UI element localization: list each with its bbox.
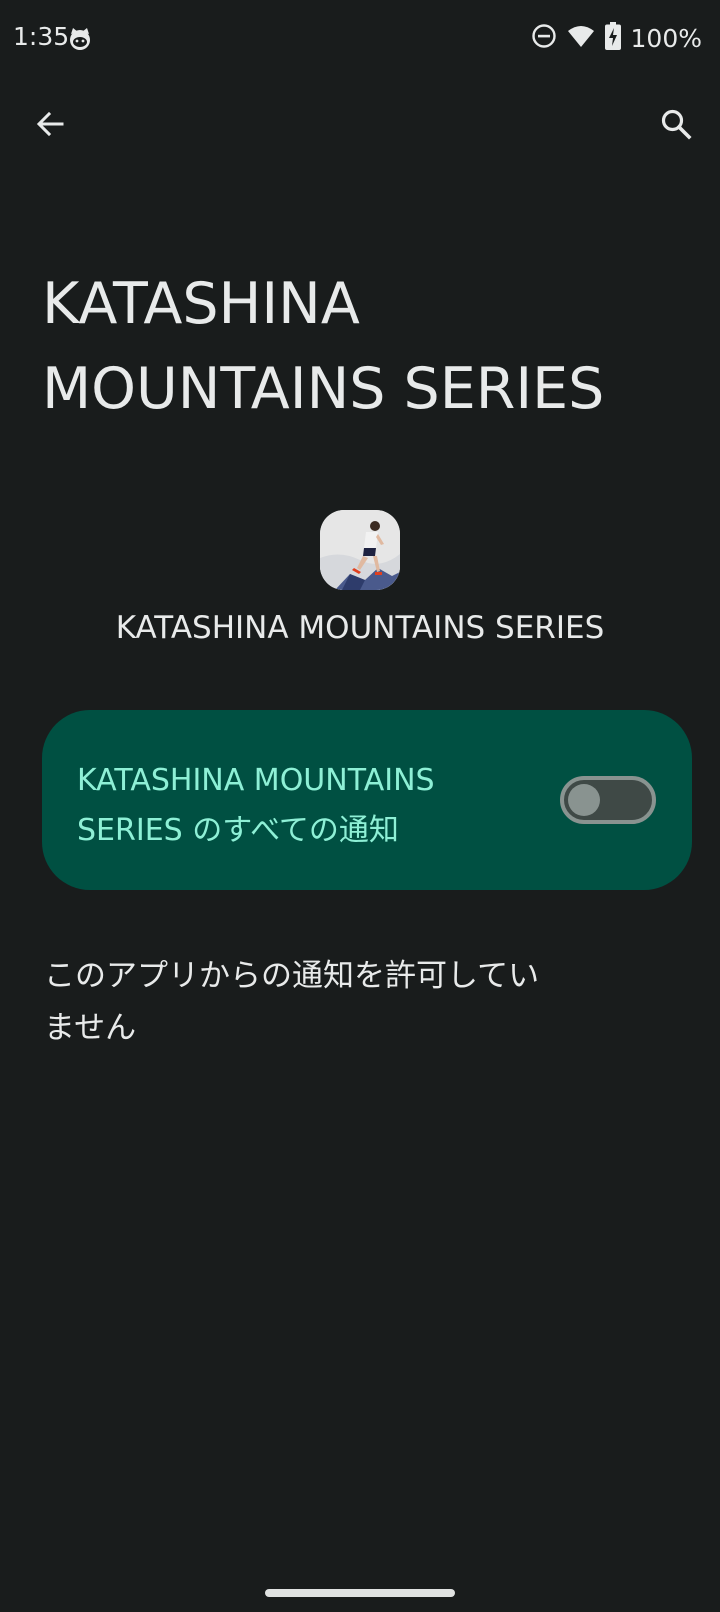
app-icon [320,510,400,590]
all-notifications-toggle-card[interactable]: KATASHINA MOUNTAINS SERIES のすべての通知 [42,710,692,890]
status-bar: 1:35 100% [0,0,720,78]
search-button[interactable] [652,102,700,150]
all-notifications-switch[interactable] [560,776,656,824]
search-icon [660,108,692,144]
gesture-navigation-bar[interactable] [265,1589,455,1597]
do-not-disturb-icon [531,23,557,53]
back-arrow-icon [35,109,65,143]
back-button[interactable] [26,102,74,150]
cat-notification-icon [68,27,92,51]
switch-thumb [568,784,600,816]
notifications-blocked-message: このアプリからの通知を許可していません [44,958,540,1046]
all-notifications-label: KATASHINA MOUNTAINS SERIES のすべての通知 [77,763,435,848]
app-name: KATASHINA MOUNTAINS SERIES [115,610,605,646]
battery-percentage: 100% [630,23,702,53]
status-time: 1:35 [13,22,70,51]
wifi-icon [567,24,595,52]
battery-charging-icon [604,22,621,54]
top-app-bar [0,90,720,162]
status-icons: 100% [531,22,702,54]
page-title: KATASHINA MOUNTAINS SERIES [42,271,605,422]
